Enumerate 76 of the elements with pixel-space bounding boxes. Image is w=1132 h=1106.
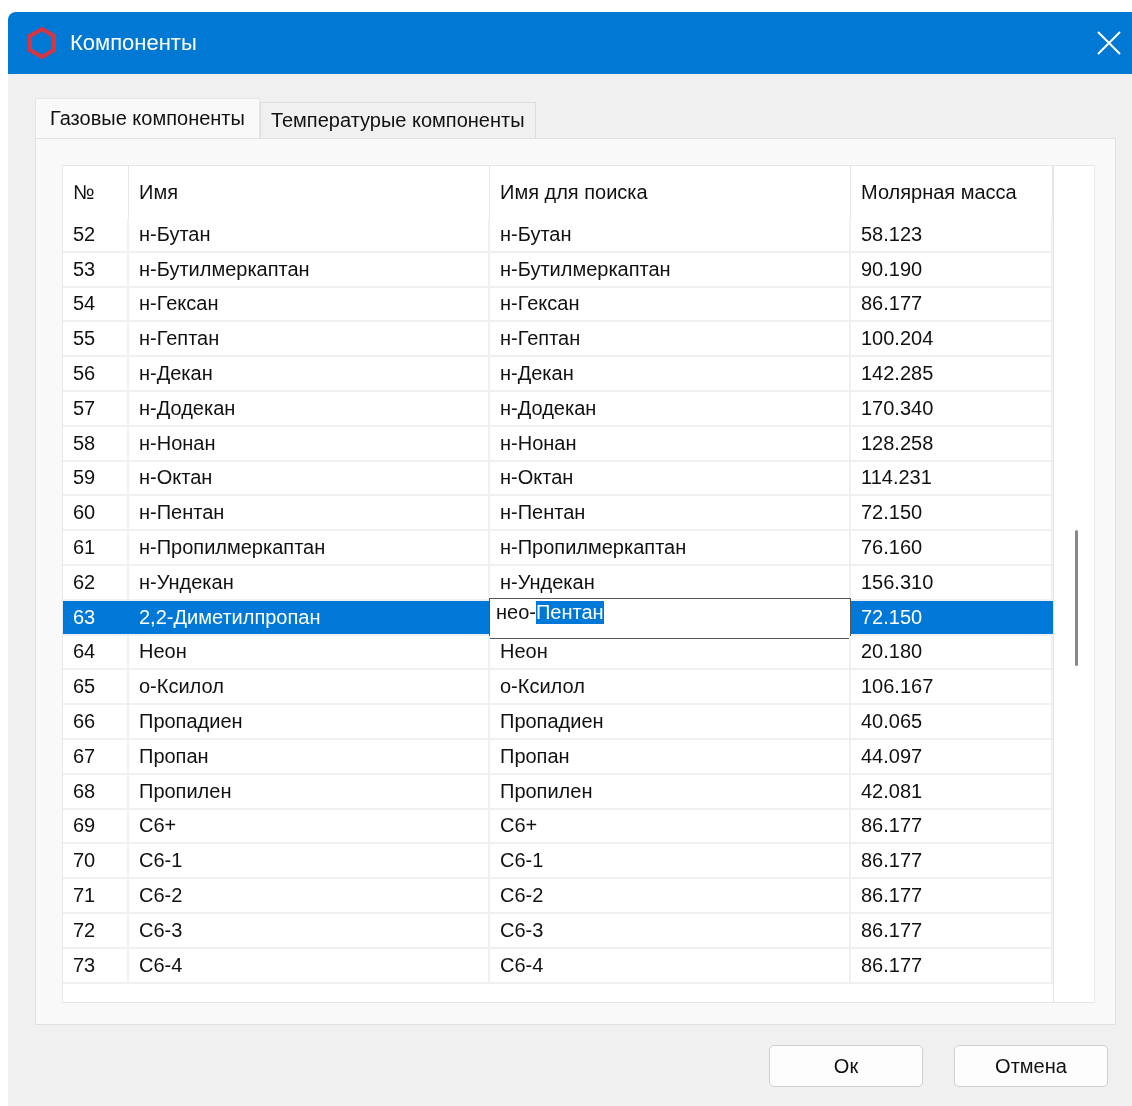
- table-cell: 70: [63, 844, 129, 878]
- table-cell: C6+: [490, 809, 851, 843]
- tab[interactable]: Газовые компоненты: [35, 98, 260, 138]
- table-cell: Пропилен: [129, 774, 490, 808]
- table-cell: C6-1: [490, 844, 851, 878]
- table-cell: C6+: [129, 809, 490, 843]
- table-cell: н-Бутилмеркаптан: [490, 252, 851, 286]
- table-cell: Неон: [129, 635, 490, 669]
- window-title: Компоненты: [70, 30, 197, 56]
- table-cell: 61: [63, 531, 129, 564]
- table-cell: н-Додекан: [490, 392, 851, 425]
- table-cell: 63: [63, 600, 129, 634]
- table-cell: н-Гексан: [490, 287, 851, 321]
- table-cell: н-Бутан: [490, 218, 851, 251]
- table-cell: н-Ундекан: [129, 565, 490, 599]
- table-cell: н-Гептан: [490, 322, 851, 356]
- table-cell: C6-1: [129, 844, 490, 878]
- table-cell: н-Гептан: [129, 322, 490, 356]
- table-cell: 52: [63, 218, 129, 251]
- table-cell: Пропадиен: [129, 705, 490, 738]
- table-cell: 62: [63, 565, 129, 599]
- table-cell: 72: [63, 913, 129, 947]
- hexagon-icon: [26, 26, 58, 60]
- table-cell: н-Октан: [129, 461, 490, 495]
- table-cell: C6-4: [490, 948, 851, 982]
- table-cell: н-Пентан: [129, 496, 490, 530]
- table-cell: 67: [63, 739, 129, 773]
- table-cell: C6-4: [129, 948, 490, 982]
- table-cell: н-Декан: [129, 357, 490, 390]
- table-cell: 56: [63, 357, 129, 390]
- table-cell: н-Пропилмеркаптан: [129, 531, 490, 564]
- table-cell: н-Нонан: [490, 426, 851, 460]
- table-cell: н-Октан: [490, 461, 851, 495]
- table-cell: C6-3: [129, 913, 490, 947]
- table-cell: C6-3: [490, 913, 851, 947]
- table-cell: 54: [63, 287, 129, 321]
- table-cell: C6-2: [490, 879, 851, 912]
- table-cell: Пропан: [129, 739, 490, 773]
- table-cell: 55: [63, 322, 129, 356]
- table-cell: 65: [63, 670, 129, 704]
- edit-field[interactable]: нео-Пентан: [489, 597, 851, 639]
- table-cell: 69: [63, 809, 129, 843]
- table-cell: Пропилен: [490, 774, 851, 808]
- table-cell: Пропан: [490, 739, 851, 773]
- table-cell: 59: [63, 461, 129, 495]
- table-cell: н-Декан: [490, 357, 851, 390]
- table-cell: 57: [63, 392, 129, 425]
- table-cell: 53: [63, 252, 129, 286]
- scrollbar-thumb[interactable]: [1075, 530, 1078, 666]
- table-cell: н-Додекан: [129, 392, 490, 425]
- table-cell: 64: [63, 635, 129, 669]
- column-header[interactable]: Имя: [129, 166, 490, 218]
- table-cell: C6-2: [129, 879, 490, 912]
- column-header[interactable]: Имя для поиска: [490, 166, 851, 218]
- table-cell: 68: [63, 774, 129, 808]
- table-cell: 60: [63, 496, 129, 530]
- table-cell: 58: [63, 426, 129, 460]
- table-cell: н-Нонан: [129, 426, 490, 460]
- table-cell: н-Бутан: [129, 218, 490, 251]
- table-cell: н-Пропилмеркаптан: [490, 531, 851, 564]
- table-cell: Пропадиен: [490, 705, 851, 738]
- table-cell: 73: [63, 948, 129, 982]
- table-cell: н-Гексан: [129, 287, 490, 321]
- table-cell: о-Ксилол: [490, 670, 851, 704]
- table-cell: н-Пентан: [490, 496, 851, 530]
- ok-button[interactable]: Ок: [769, 1045, 923, 1087]
- table-cell: 71: [63, 879, 129, 912]
- cancel-button[interactable]: Отмена: [954, 1045, 1108, 1087]
- selected-row[interactable]: 63 2,2-Диметилпропан нео-Пентан 72.150: [63, 600, 1053, 636]
- column-header[interactable]: №: [63, 166, 129, 218]
- table-cell: Неон: [490, 635, 851, 669]
- table-cell: н-Бутилмеркаптан: [129, 252, 490, 286]
- close-icon[interactable]: [1096, 30, 1122, 56]
- tab[interactable]: Температурые компоненты: [259, 102, 536, 138]
- table-cell: о-Ксилол: [129, 670, 490, 704]
- table-cell: 66: [63, 705, 129, 738]
